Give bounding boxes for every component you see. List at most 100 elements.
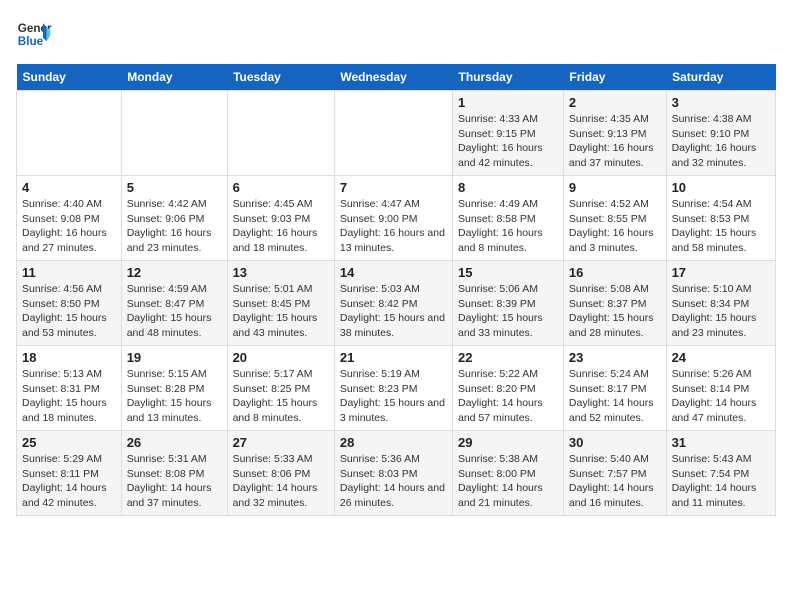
calendar-cell: 16Sunrise: 5:08 AM Sunset: 8:37 PM Dayli… <box>563 261 666 346</box>
day-number: 10 <box>672 180 770 195</box>
day-header-thursday: Thursday <box>453 64 564 91</box>
day-number: 26 <box>127 435 222 450</box>
day-info: Sunrise: 5:31 AM Sunset: 8:08 PM Dayligh… <box>127 452 222 511</box>
day-number: 7 <box>340 180 447 195</box>
calendar-week-row: 25Sunrise: 5:29 AM Sunset: 8:11 PM Dayli… <box>17 431 776 516</box>
day-info: Sunrise: 5:06 AM Sunset: 8:39 PM Dayligh… <box>458 282 558 341</box>
day-number: 24 <box>672 350 770 365</box>
day-number: 2 <box>569 95 661 110</box>
day-number: 17 <box>672 265 770 280</box>
day-info: Sunrise: 4:40 AM Sunset: 9:08 PM Dayligh… <box>22 197 116 256</box>
day-info: Sunrise: 5:03 AM Sunset: 8:42 PM Dayligh… <box>340 282 447 341</box>
svg-text:Blue: Blue <box>18 35 44 48</box>
day-info: Sunrise: 4:47 AM Sunset: 9:00 PM Dayligh… <box>340 197 447 256</box>
page-header: General Blue <box>16 16 776 52</box>
day-number: 3 <box>672 95 770 110</box>
day-info: Sunrise: 4:45 AM Sunset: 9:03 PM Dayligh… <box>233 197 329 256</box>
day-info: Sunrise: 4:33 AM Sunset: 9:15 PM Dayligh… <box>458 112 558 171</box>
day-info: Sunrise: 4:38 AM Sunset: 9:10 PM Dayligh… <box>672 112 770 171</box>
calendar-cell: 18 Sunrise: 5:13 AM Sunset: 8:31 PM Dayli… <box>17 346 122 431</box>
calendar-table: SundayMondayTuesdayWednesdayThursdayFrid… <box>16 64 776 516</box>
calendar-cell: 22Sunrise: 5:22 AM Sunset: 8:20 PM Dayli… <box>453 346 564 431</box>
day-number: 13 <box>233 265 329 280</box>
logo-icon: General Blue <box>16 16 52 52</box>
day-info: Sunrise: 5:36 AM Sunset: 8:03 PM Dayligh… <box>340 452 447 511</box>
calendar-cell: 26 Sunrise: 5:31 AM Sunset: 8:08 PM Dayli… <box>121 431 227 516</box>
calendar-week-row: 11 Sunrise: 4:56 AM Sunset: 8:50 PM Dayli… <box>17 261 776 346</box>
day-number: 18 <box>22 350 116 365</box>
day-info: Sunrise: 5:24 AM Sunset: 8:17 PM Dayligh… <box>569 367 661 426</box>
day-info: Sunrise: 4:54 AM Sunset: 8:53 PM Dayligh… <box>672 197 770 256</box>
calendar-cell: 7 Sunrise: 4:47 AM Sunset: 9:00 PM Daylig… <box>334 176 452 261</box>
day-info: Sunrise: 5:13 AM Sunset: 8:31 PM Dayligh… <box>22 367 116 426</box>
day-number: 8 <box>458 180 558 195</box>
calendar-cell: 12 Sunrise: 4:59 AM Sunset: 8:47 PM Dayli… <box>121 261 227 346</box>
day-info: Sunrise: 5:15 AM Sunset: 8:28 PM Dayligh… <box>127 367 222 426</box>
day-header-sunday: Sunday <box>17 64 122 91</box>
calendar-cell: 17 Sunrise: 5:10 AM Sunset: 8:34 PM Dayli… <box>666 261 775 346</box>
day-info: Sunrise: 5:19 AM Sunset: 8:23 PM Dayligh… <box>340 367 447 426</box>
day-number: 5 <box>127 180 222 195</box>
calendar-cell: 14 Sunrise: 5:03 AM Sunset: 8:42 PM Dayli… <box>334 261 452 346</box>
day-number: 30 <box>569 435 661 450</box>
day-number: 22 <box>458 350 558 365</box>
day-info: Sunrise: 5:17 AM Sunset: 8:25 PM Dayligh… <box>233 367 329 426</box>
calendar-cell: 25Sunrise: 5:29 AM Sunset: 8:11 PM Dayli… <box>17 431 122 516</box>
day-info: Sunrise: 4:52 AM Sunset: 8:55 PM Dayligh… <box>569 197 661 256</box>
calendar-cell: 20 Sunrise: 5:17 AM Sunset: 8:25 PM Dayli… <box>227 346 334 431</box>
calendar-cell: 13Sunrise: 5:01 AM Sunset: 8:45 PM Dayli… <box>227 261 334 346</box>
calendar-cell: 19 Sunrise: 5:15 AM Sunset: 8:28 PM Dayli… <box>121 346 227 431</box>
day-number: 9 <box>569 180 661 195</box>
calendar-cell: 1Sunrise: 4:33 AM Sunset: 9:15 PM Daylig… <box>453 91 564 176</box>
day-header-tuesday: Tuesday <box>227 64 334 91</box>
calendar-cell: 29 Sunrise: 5:38 AM Sunset: 8:00 PM Dayli… <box>453 431 564 516</box>
calendar-week-row: 4 Sunrise: 4:40 AM Sunset: 9:08 PM Daylig… <box>17 176 776 261</box>
calendar-cell: 28 Sunrise: 5:36 AM Sunset: 8:03 PM Dayli… <box>334 431 452 516</box>
day-info: Sunrise: 5:10 AM Sunset: 8:34 PM Dayligh… <box>672 282 770 341</box>
day-info: Sunrise: 5:29 AM Sunset: 8:11 PM Dayligh… <box>22 452 116 511</box>
day-info: Sunrise: 5:33 AM Sunset: 8:06 PM Dayligh… <box>233 452 329 511</box>
calendar-cell <box>17 91 122 176</box>
calendar-cell: 8Sunrise: 4:49 AM Sunset: 8:58 PM Daylig… <box>453 176 564 261</box>
calendar-week-row: 18 Sunrise: 5:13 AM Sunset: 8:31 PM Dayli… <box>17 346 776 431</box>
day-number: 12 <box>127 265 222 280</box>
day-header-friday: Friday <box>563 64 666 91</box>
day-number: 27 <box>233 435 329 450</box>
day-number: 19 <box>127 350 222 365</box>
day-info: Sunrise: 5:40 AM Sunset: 7:57 PM Dayligh… <box>569 452 661 511</box>
day-number: 14 <box>340 265 447 280</box>
calendar-header-row: SundayMondayTuesdayWednesdayThursdayFrid… <box>17 64 776 91</box>
calendar-cell: 4 Sunrise: 4:40 AM Sunset: 9:08 PM Daylig… <box>17 176 122 261</box>
day-info: Sunrise: 4:35 AM Sunset: 9:13 PM Dayligh… <box>569 112 661 171</box>
day-info: Sunrise: 4:42 AM Sunset: 9:06 PM Dayligh… <box>127 197 222 256</box>
calendar-cell: 11 Sunrise: 4:56 AM Sunset: 8:50 PM Dayli… <box>17 261 122 346</box>
day-number: 21 <box>340 350 447 365</box>
calendar-cell: 23Sunrise: 5:24 AM Sunset: 8:17 PM Dayli… <box>563 346 666 431</box>
calendar-cell: 30 Sunrise: 5:40 AM Sunset: 7:57 PM Dayli… <box>563 431 666 516</box>
day-number: 20 <box>233 350 329 365</box>
calendar-week-row: 1Sunrise: 4:33 AM Sunset: 9:15 PM Daylig… <box>17 91 776 176</box>
calendar-cell: 3 Sunrise: 4:38 AM Sunset: 9:10 PM Daylig… <box>666 91 775 176</box>
calendar-cell: 6 Sunrise: 4:45 AM Sunset: 9:03 PM Daylig… <box>227 176 334 261</box>
day-number: 31 <box>672 435 770 450</box>
day-number: 11 <box>22 265 116 280</box>
day-number: 6 <box>233 180 329 195</box>
day-info: Sunrise: 4:56 AM Sunset: 8:50 PM Dayligh… <box>22 282 116 341</box>
day-info: Sunrise: 5:26 AM Sunset: 8:14 PM Dayligh… <box>672 367 770 426</box>
day-info: Sunrise: 4:59 AM Sunset: 8:47 PM Dayligh… <box>127 282 222 341</box>
day-header-monday: Monday <box>121 64 227 91</box>
logo: General Blue <box>16 16 52 52</box>
day-header-wednesday: Wednesday <box>334 64 452 91</box>
day-number: 4 <box>22 180 116 195</box>
calendar-cell <box>121 91 227 176</box>
calendar-cell: 5 Sunrise: 4:42 AM Sunset: 9:06 PM Daylig… <box>121 176 227 261</box>
day-info: Sunrise: 5:08 AM Sunset: 8:37 PM Dayligh… <box>569 282 661 341</box>
calendar-cell: 31Sunrise: 5:43 AM Sunset: 7:54 PM Dayli… <box>666 431 775 516</box>
day-header-saturday: Saturday <box>666 64 775 91</box>
day-info: Sunrise: 5:38 AM Sunset: 8:00 PM Dayligh… <box>458 452 558 511</box>
calendar-cell: 15Sunrise: 5:06 AM Sunset: 8:39 PM Dayli… <box>453 261 564 346</box>
calendar-cell: 2 Sunrise: 4:35 AM Sunset: 9:13 PM Daylig… <box>563 91 666 176</box>
day-number: 28 <box>340 435 447 450</box>
day-number: 29 <box>458 435 558 450</box>
calendar-cell <box>334 91 452 176</box>
